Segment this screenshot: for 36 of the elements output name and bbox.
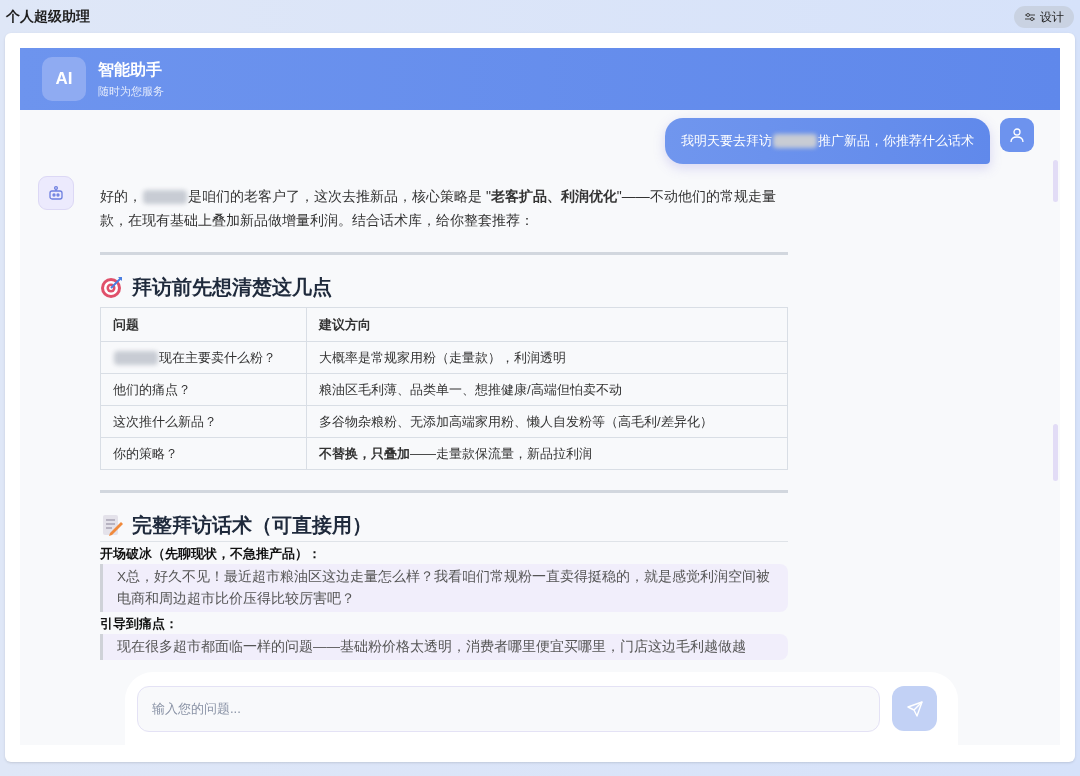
assistant-subtitle: 随时为您服务: [98, 83, 164, 99]
person-icon: [1009, 127, 1025, 143]
script-label: 开场破冰（先聊现状，不急推产品）：: [100, 545, 322, 563]
column-header: 问题: [100, 307, 307, 342]
script-quote: X总，好久不见！最近超市粮油区这边走量怎么样？我看咱们常规粉一直卖得挺稳的，就是感觉利润空间被电商和周边超市比价压得比较厉害吧？: [100, 564, 788, 612]
send-button[interactable]: [892, 686, 937, 731]
table-cell: 这次推什么新品？: [100, 405, 307, 438]
section-heading: 拜访前先想清楚这几点: [132, 275, 332, 300]
scrollbar-thumb: [1053, 424, 1058, 481]
target-icon: [100, 275, 124, 299]
design-button[interactable]: 设计: [1014, 5, 1074, 28]
send-icon: [905, 699, 924, 718]
robot-icon: [48, 185, 64, 201]
table-cell: 粮油区毛利薄、品类单一、想推健康/高端但怕卖不动: [306, 373, 788, 406]
script-quote: 现在很多超市都面临一样的问题——基础粉价格太透明，消费者哪里便宜买哪里，门店这边毛利越做越: [100, 634, 788, 660]
reply-intro: 好的， 是咱们的老客户了，这次去推新品，核心策略是 "老客扩品、利润优化"——不动他们的常规走量款，在现有基础上叠加新品做增量利润。结合话术库，给你整套推荐：: [100, 187, 777, 230]
section-heading: 完整拜访话术（可直接用）: [132, 513, 372, 538]
sliders-icon: [1024, 10, 1036, 23]
script-label: 引导到痛点：: [100, 615, 179, 633]
redaction-blur: [114, 351, 158, 366]
assistant-name: 智能助手: [98, 59, 163, 80]
table-cell: 多谷物杂粮粉、无添加高端家用粉、懒人自发粉等（高毛利/差异化）: [306, 405, 788, 438]
table-cell: 他们的痛点？: [100, 373, 307, 406]
ai-logo: AI: [42, 57, 86, 101]
redaction-blur: [143, 190, 187, 205]
redaction-blur: [773, 134, 817, 148]
table-cell: 大概率是常规家用粉（走量款），利润透明: [306, 341, 788, 374]
question-input[interactable]: 输入您的问题...: [137, 685, 880, 732]
column-header: 建议方向: [306, 307, 788, 342]
app-title: 个人超级助理: [6, 7, 90, 26]
table-cell: 不替换，只叠加——走量款保流量，新品拉利润: [306, 437, 788, 470]
scrollbar-thumb: [1053, 160, 1058, 202]
user-message: 我明天要去拜访 推广新品，你推荐什么话术: [665, 118, 990, 164]
memo-pencil-icon: [100, 513, 124, 537]
table-cell: 你的策略？: [100, 437, 307, 470]
table-cell: 现在主要卖什么粉？: [100, 341, 307, 374]
